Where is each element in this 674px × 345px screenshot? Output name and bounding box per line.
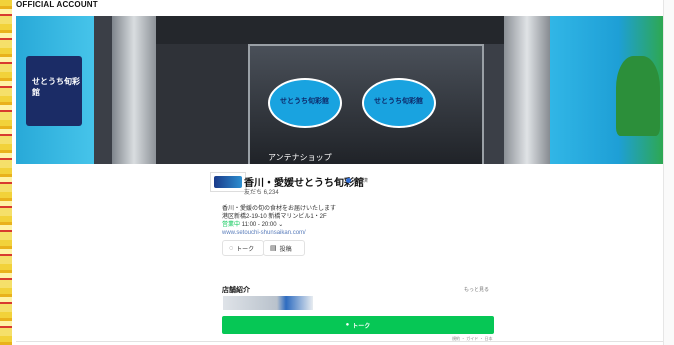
store-intro-title: 店舗紹介 — [222, 287, 250, 294]
official-account-label: OFFICIAL ACCOUNT — [16, 0, 98, 9]
door-logo-right: せとうち旬彩館 — [362, 78, 436, 128]
door-logo-left: せとうち旬彩館 — [268, 78, 342, 128]
plant-decoration — [616, 56, 660, 136]
talk-action-label: トーク — [236, 246, 255, 253]
profile-description: 香川・愛媛の旬の食材をお届けいたします 港区新橋2-19-10 新橋マリンビル1… — [222, 205, 336, 237]
talk-button[interactable]: ● トーク — [222, 316, 494, 334]
door-logo-text: せとうち旬彩館 — [374, 98, 423, 105]
post-action-button[interactable]: ▤ 投稿 — [263, 240, 305, 256]
left-decorative-strip — [0, 0, 12, 345]
see-more-link[interactable]: もっと見る — [464, 286, 489, 293]
notes-icon: ▤ — [270, 245, 277, 252]
shop-wall-right — [550, 16, 664, 164]
chevron-down-icon: ⌄ — [278, 222, 284, 228]
open-status: 営業中 — [222, 222, 241, 228]
antenna-shop-text: アンテナショップ — [268, 153, 332, 162]
shop-wall-left: せとうち旬彩館 — [16, 16, 94, 164]
pillar-right — [504, 16, 550, 164]
description-line: 香川・愛媛の旬の食材をお届けいたします — [222, 206, 337, 212]
friend-count: 友だち 6,234 — [244, 190, 279, 196]
official-account-page: OFFICIAL ACCOUNT せとうち旬彩館 せとうち旬彩館 せとうち旬彩館… — [12, 0, 664, 345]
pillar-left — [112, 16, 156, 164]
shop-sign: せとうち旬彩館 — [26, 56, 82, 126]
entrance-top-band — [156, 16, 526, 44]
shop-sign-text: せとうち旬彩館 — [32, 77, 80, 97]
account-avatar[interactable] — [210, 172, 246, 192]
talk-action-button[interactable]: ◌ トーク — [222, 240, 264, 256]
post-action-label: 投稿 — [279, 246, 292, 253]
store-intro-thumbnail[interactable] — [223, 296, 313, 310]
description-line: 港区新橋2-19-10 新橋マリンビル1・2F — [222, 214, 327, 220]
talk-button-label: トーク — [352, 323, 371, 330]
door-logo-text: せとうち旬彩館 — [280, 98, 329, 105]
avatar-logo — [214, 176, 242, 188]
hours-text: 11:00 - 20:00 — [241, 222, 277, 228]
verified-badge: 認証済 — [346, 177, 368, 184]
bottom-divider — [16, 341, 664, 342]
chat-bubble-icon: ● — [345, 322, 350, 328]
website-link[interactable]: www.setouchi-shunsaikan.com/ — [222, 229, 336, 237]
cover-photo: せとうち旬彩館 せとうち旬彩館 せとうち旬彩館 アンテナショップ — [16, 16, 664, 164]
right-edge — [663, 0, 674, 345]
business-hours[interactable]: 営業中 11:00 - 20:00 ⌄ — [222, 221, 336, 229]
verified-badge-icon — [346, 178, 351, 183]
verified-badge-text: 認証済 — [353, 178, 369, 184]
chat-bubble-icon: ◌ — [229, 244, 234, 252]
